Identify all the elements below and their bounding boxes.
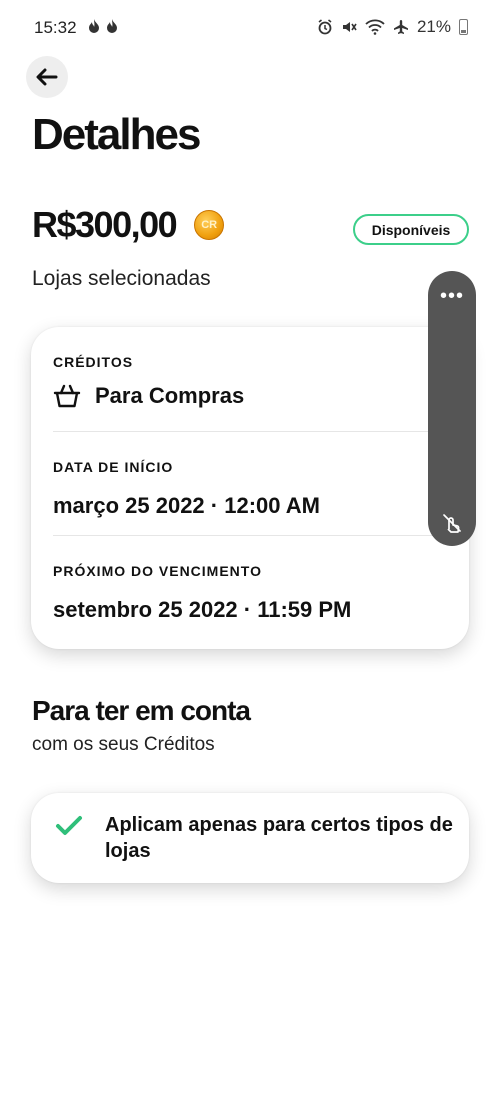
divider: [53, 431, 447, 432]
divider: [53, 535, 447, 536]
credits-label: CRÉDITOS: [53, 354, 134, 370]
arrow-left-icon: [36, 68, 58, 86]
notes-title: Para ter em conta: [32, 695, 251, 726]
coin-icon: CR: [194, 210, 225, 240]
notes-subtitle: com os seus Créditos: [32, 734, 215, 755]
stores-subtitle: Lojas selecionadas: [32, 267, 211, 290]
credit-amount: R$300,00: [32, 204, 178, 245]
note-text: Aplicam apenas para certos tipos de loja…: [105, 814, 453, 862]
expiry-value: setembro 25 2022 · 11:59 PM: [53, 597, 352, 622]
status-left-icons: [88, 19, 118, 34]
expiry-label: PRÓXIMO DO VENCIMENTO: [53, 563, 262, 579]
expiry-section: PRÓXIMO DO VENCIMENTO setembro 25 2022 ·…: [53, 563, 447, 623]
check-icon: [56, 816, 82, 835]
credits-section: CRÉDITOS Para Compras: [53, 354, 447, 410]
credit-type: Para Compras: [53, 382, 447, 410]
airplane-icon: [393, 20, 408, 34]
wifi-icon: [365, 19, 385, 35]
flame-icon: [107, 19, 117, 33]
mute-icon: [342, 22, 357, 32]
credits-value: Para Compras: [95, 383, 245, 408]
start-date-label: DATA DE INÍCIO: [53, 459, 174, 475]
details-card: CRÉDITOS Para Compras DATA DE INÍCIO mar…: [31, 327, 469, 649]
status-time: 15:32: [34, 18, 77, 37]
page-title: Detalhes: [32, 110, 201, 159]
shopping-basket-icon: [53, 384, 81, 408]
battery-percent: 21%: [416, 17, 451, 36]
amount-row: R$300,00 CR: [32, 204, 225, 246]
touch-off-icon[interactable]: [441, 512, 463, 534]
battery-icon: [459, 19, 468, 35]
start-date-section: DATA DE INÍCIO março 25 2022 · 12:00 AM: [53, 459, 447, 519]
note-card: Aplicam apenas para certos tipos de loja…: [31, 793, 469, 883]
status-badge: Disponíveis: [353, 214, 469, 245]
floating-overlay[interactable]: •••: [428, 271, 476, 546]
flame-icon: [89, 19, 99, 33]
alarm-icon: [318, 19, 332, 35]
start-date-value: março 25 2022 · 12:00 AM: [53, 493, 320, 518]
more-options-icon[interactable]: •••: [428, 285, 476, 308]
status-bar: 15:32 21%: [0, 0, 500, 56]
back-button[interactable]: [26, 56, 68, 98]
status-right-icons: 21%: [317, 17, 468, 37]
